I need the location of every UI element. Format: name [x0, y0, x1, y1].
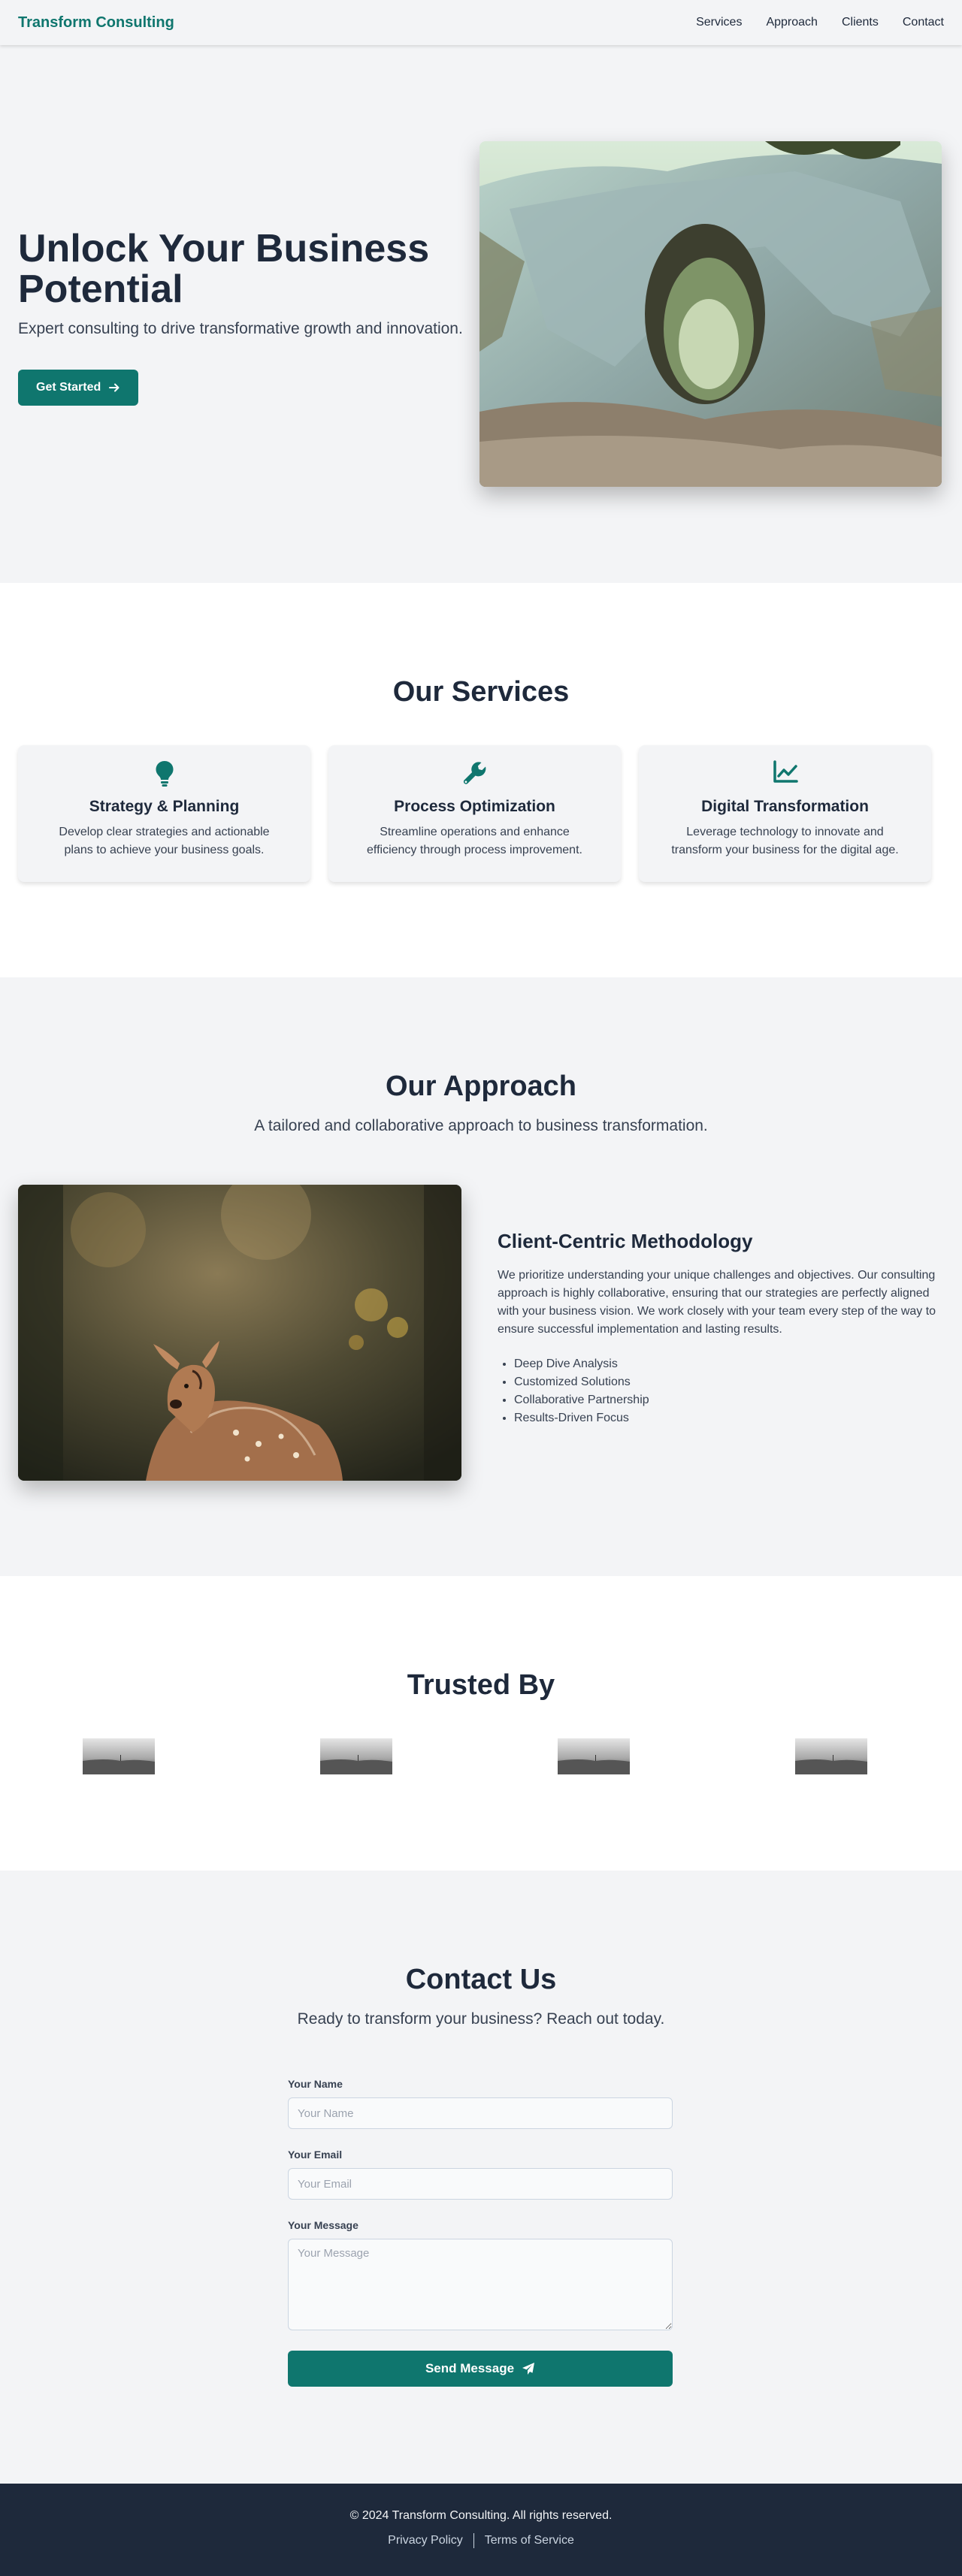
list-item: Results-Driven Focus [514, 1409, 948, 1427]
arrow-right-icon [109, 383, 119, 392]
email-label: Your Email [288, 2149, 343, 2161]
lightbulb-icon [156, 761, 173, 787]
hero-subtitle: Expert consulting to drive transformativ… [18, 320, 463, 337]
approach-image [18, 1185, 461, 1481]
trusted-title: Trusted By [407, 1669, 555, 1701]
client-logo [320, 1738, 392, 1774]
get-started-label: Get Started [36, 381, 101, 394]
approach-section: Our Approach A tailored and collaborativ… [0, 977, 962, 1576]
name-label: Your Name [288, 2078, 343, 2090]
approach-subtitle: A tailored and collaborative approach to… [254, 1117, 708, 1134]
approach-paragraph: We prioritize understanding your unique … [498, 1269, 936, 1336]
message-label: Your Message [288, 2219, 358, 2231]
client-logo [558, 1738, 630, 1774]
client-logo [795, 1738, 867, 1774]
list-item: Deep Dive Analysis [514, 1355, 948, 1373]
site-footer: © 2024 Transform Consulting. All rights … [0, 2484, 962, 2576]
brand-logo[interactable]: Transform Consulting [18, 14, 174, 32]
approach-text: Client-Centric Methodology We prioritize… [498, 1230, 948, 1427]
list-item: Collaborative Partnership [514, 1391, 948, 1409]
wrench-icon [463, 762, 486, 784]
terms-of-service-link[interactable]: Terms of Service [485, 2534, 574, 2547]
contact-title: Contact Us [405, 1964, 557, 1995]
hero-text: Unlock Your Business Potential Expert co… [18, 228, 484, 406]
nav-link-services[interactable]: Services [696, 16, 742, 29]
service-card-desc: Streamline operations and enhance effici… [367, 826, 582, 856]
nav-link-clients[interactable]: Clients [842, 16, 879, 29]
service-card: Strategy & Planning Develop clear strate… [18, 745, 310, 882]
contact-section: Contact Us Ready to transform your busin… [0, 1871, 962, 2484]
get-started-button[interactable]: Get Started [18, 370, 139, 406]
main-nav: Services Approach Clients Contact [696, 16, 944, 29]
approach-heading: Client-Centric Methodology [498, 1230, 753, 1252]
list-item: Customized Solutions [514, 1373, 948, 1391]
approach-list: Deep Dive Analysis Customized Solutions … [498, 1355, 948, 1427]
hero-title: Unlock Your Business Potential [18, 227, 430, 311]
services-section: Our Services Strategy & Planning Develop… [0, 583, 962, 977]
hero-image [479, 141, 942, 487]
send-message-button[interactable]: Send Message [288, 2351, 673, 2387]
footer-links: Privacy Policy Terms of Service [0, 2533, 962, 2548]
name-input[interactable] [288, 2097, 673, 2129]
approach-title: Our Approach [385, 1071, 577, 1102]
nav-link-approach[interactable]: Approach [766, 16, 818, 29]
service-card-title: Strategy & Planning [89, 798, 240, 815]
service-card-desc: Leverage technology to innovate and tran… [671, 826, 899, 856]
service-card-desc: Develop clear strategies and actionable … [59, 826, 270, 856]
contact-form: Your Name Your Email Your Message Send M… [288, 2078, 673, 2387]
service-card: Digital Transformation Leverage technolo… [639, 745, 931, 882]
contact-subtitle: Ready to transform your business? Reach … [297, 2010, 665, 2028]
service-card-title: Digital Transformation [701, 798, 869, 815]
site-header: Transform Consulting Services Approach C… [0, 0, 962, 45]
service-card: Process Optimization Streamline operatio… [328, 745, 621, 882]
chart-line-icon [773, 760, 798, 783]
message-textarea[interactable] [288, 2239, 673, 2330]
services-cards: Strategy & Planning Develop clear strate… [18, 745, 931, 882]
footer-divider [473, 2533, 474, 2548]
client-logos [0, 1738, 962, 1774]
client-logo [83, 1738, 155, 1774]
privacy-policy-link[interactable]: Privacy Policy [388, 2534, 463, 2547]
service-card-title: Process Optimization [394, 798, 555, 815]
send-message-label: Send Message [425, 2361, 515, 2375]
email-input[interactable] [288, 2168, 673, 2200]
trusted-section: Trusted By [0, 1576, 962, 1871]
services-title: Our Services [392, 676, 570, 708]
hero-section: Unlock Your Business Potential Expert co… [0, 45, 962, 583]
paper-plane-icon [522, 2363, 535, 2375]
copyright-text: © 2024 Transform Consulting. All rights … [349, 2509, 613, 2522]
nav-link-contact[interactable]: Contact [903, 16, 944, 29]
